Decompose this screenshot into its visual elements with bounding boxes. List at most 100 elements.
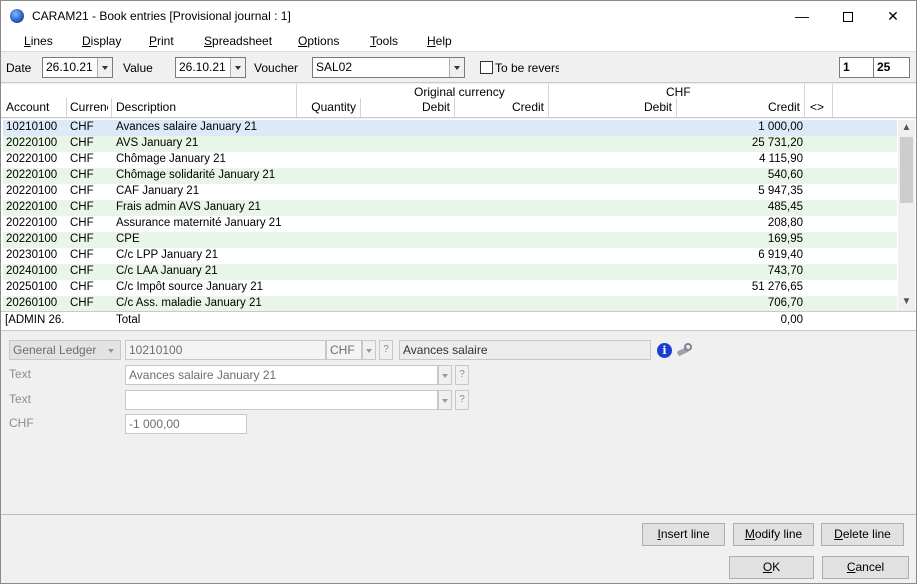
cell-description: C/c LPP January 21: [116, 249, 219, 261]
cell-description: CPE: [116, 233, 140, 245]
table-row[interactable]: 20220100 CHF CAF January 21 5 947,35: [3, 184, 897, 200]
col-divider[interactable]: [66, 98, 67, 118]
grid-scrollbar[interactable]: ▲ ▼: [898, 120, 915, 310]
cell-currency: CHF: [70, 201, 94, 213]
date-value: 26.10.21: [46, 60, 93, 74]
col-original-debit[interactable]: Debit: [361, 100, 450, 114]
table-row[interactable]: 20230100 CHF C/c LPP January 21 6 919,40: [3, 248, 897, 264]
tools-icon[interactable]: [675, 342, 693, 358]
col-divider[interactable]: [454, 98, 455, 118]
menu-display[interactable]: Display: [82, 34, 121, 48]
col-divider[interactable]: [548, 84, 549, 118]
voucher-label: Voucher: [254, 61, 299, 75]
maximize-button[interactable]: [825, 1, 871, 32]
col-group-original-currency: Original currency: [414, 85, 505, 99]
menu-options[interactable]: Options: [298, 34, 339, 48]
entries-grid: 10210100 CHF Avances salaire January 21 …: [1, 119, 916, 310]
total-value: 0,00: [780, 314, 803, 326]
cell-currency: CHF: [70, 217, 94, 229]
menu-help[interactable]: Help: [427, 34, 452, 48]
menu-lines[interactable]: Lines: [24, 34, 53, 48]
cell-description: AVS January 21: [116, 137, 199, 149]
date-dropdown-icon[interactable]: [97, 58, 112, 77]
cell-account: 20220100: [6, 185, 58, 197]
currency-field[interactable]: CHF: [326, 340, 362, 360]
table-row[interactable]: 20260100 CHF C/c Ass. maladie January 21…: [3, 296, 897, 310]
account-field[interactable]: 10210100: [125, 340, 326, 360]
col-divider[interactable]: [676, 98, 677, 118]
text2-dropdown-icon[interactable]: [438, 390, 452, 410]
col-divider[interactable]: [111, 98, 112, 118]
ledger-select[interactable]: General Ledger: [9, 340, 121, 360]
cell-currency: CHF: [70, 281, 94, 293]
text1-field[interactable]: Avances salaire January 21: [125, 365, 438, 385]
col-original-credit[interactable]: Credit: [455, 100, 544, 114]
value-label: Value: [123, 61, 153, 75]
table-row[interactable]: 20240100 CHF C/c LAA January 21 743,70: [3, 264, 897, 280]
table-row[interactable]: 20220100 CHF CPE 169,95: [3, 232, 897, 248]
date-label: Date: [6, 61, 32, 75]
col-description[interactable]: Description: [116, 100, 176, 114]
cell-account: 20220100: [6, 169, 58, 181]
col-quantity[interactable]: Quantity: [297, 100, 356, 114]
insert-line-button[interactable]: Insert line: [642, 523, 725, 546]
scroll-down-icon[interactable]: ▼: [898, 294, 915, 310]
menu-spreadsheet[interactable]: Spreadsheet: [204, 34, 272, 48]
table-row[interactable]: 10210100 CHF Avances salaire January 21 …: [3, 120, 897, 136]
table-row[interactable]: 20220100 CHF Frais admin AVS January 21 …: [3, 200, 897, 216]
to-be-reversed-checkbox[interactable]: [480, 61, 493, 74]
close-button[interactable]: ✕: [870, 1, 916, 32]
total-label: Total: [116, 314, 141, 326]
value-dropdown-icon[interactable]: [230, 58, 245, 77]
menu-bar: Lines Display Print Spreadsheet Options …: [1, 32, 916, 52]
text2-help-button[interactable]: ?: [455, 390, 469, 410]
currency-help-button[interactable]: ?: [379, 340, 393, 360]
table-row[interactable]: 20220100 CHF AVS January 21 25 731,20: [3, 136, 897, 152]
voucher-field[interactable]: SAL02: [312, 57, 465, 78]
dialog-actions-bar: OK Cancel: [1, 549, 916, 583]
col-currency[interactable]: Currenc: [70, 100, 108, 114]
text1-help-button[interactable]: ?: [455, 365, 469, 385]
col-divider[interactable]: [832, 84, 833, 118]
entry-header: Date 26.10.21 Value 26.10.21 Voucher SAL…: [1, 53, 916, 83]
delete-line-button[interactable]: Delete line: [821, 523, 904, 546]
col-divider[interactable]: [296, 84, 297, 118]
col-chf-credit[interactable]: Credit: [677, 100, 800, 114]
cell-description: Avances salaire January 21: [116, 121, 258, 133]
cell-credit: 25 731,20: [751, 137, 803, 149]
cell-description: Assurance maternité January 21: [116, 217, 282, 229]
modify-line-button[interactable]: Modify line: [733, 523, 814, 546]
menu-print[interactable]: Print: [149, 34, 174, 48]
menu-tools[interactable]: Tools: [370, 34, 398, 48]
minimize-button[interactable]: —: [779, 1, 825, 32]
col-account[interactable]: Account: [6, 100, 49, 114]
col-divider[interactable]: [360, 98, 361, 118]
text1-dropdown-icon[interactable]: [438, 365, 452, 385]
table-row[interactable]: 20220100 CHF Assurance maternité January…: [3, 216, 897, 232]
amount-field[interactable]: -1 000,00: [125, 414, 247, 434]
col-divider[interactable]: [804, 84, 805, 118]
currency-dropdown-icon[interactable]: [362, 340, 376, 360]
col-swap[interactable]: <>: [810, 100, 824, 114]
cancel-button[interactable]: Cancel: [822, 556, 909, 579]
col-chf-debit[interactable]: Debit: [549, 100, 672, 114]
voucher-dropdown-icon[interactable]: [449, 58, 464, 77]
total-row: [ADMIN 26. Total 0,00: [1, 311, 916, 331]
value-date-value: 26.10.21: [179, 60, 226, 74]
scroll-up-icon[interactable]: ▲: [898, 120, 915, 136]
page-current-field[interactable]: 1: [839, 57, 874, 78]
table-row[interactable]: 20220100 CHF Chômage solidarité January …: [3, 168, 897, 184]
column-headers: Original currency CHF Account Currenc De…: [1, 84, 916, 118]
date-field[interactable]: 26.10.21: [42, 57, 113, 78]
cell-credit: 6 919,40: [758, 249, 803, 261]
value-date-field[interactable]: 26.10.21: [175, 57, 246, 78]
text2-field[interactable]: [125, 390, 438, 410]
line-detail-panel: General Ledger 10210100 CHF ? Avances sa…: [1, 332, 916, 514]
cell-description: C/c LAA January 21: [116, 265, 218, 277]
table-row[interactable]: 20220100 CHF Chômage January 21 4 115,90: [3, 152, 897, 168]
ok-button[interactable]: OK: [729, 556, 814, 579]
app-icon: [10, 9, 24, 23]
info-icon[interactable]: i: [657, 343, 672, 358]
scroll-thumb[interactable]: [900, 137, 913, 203]
table-row[interactable]: 20250100 CHF C/c Impôt source January 21…: [3, 280, 897, 296]
